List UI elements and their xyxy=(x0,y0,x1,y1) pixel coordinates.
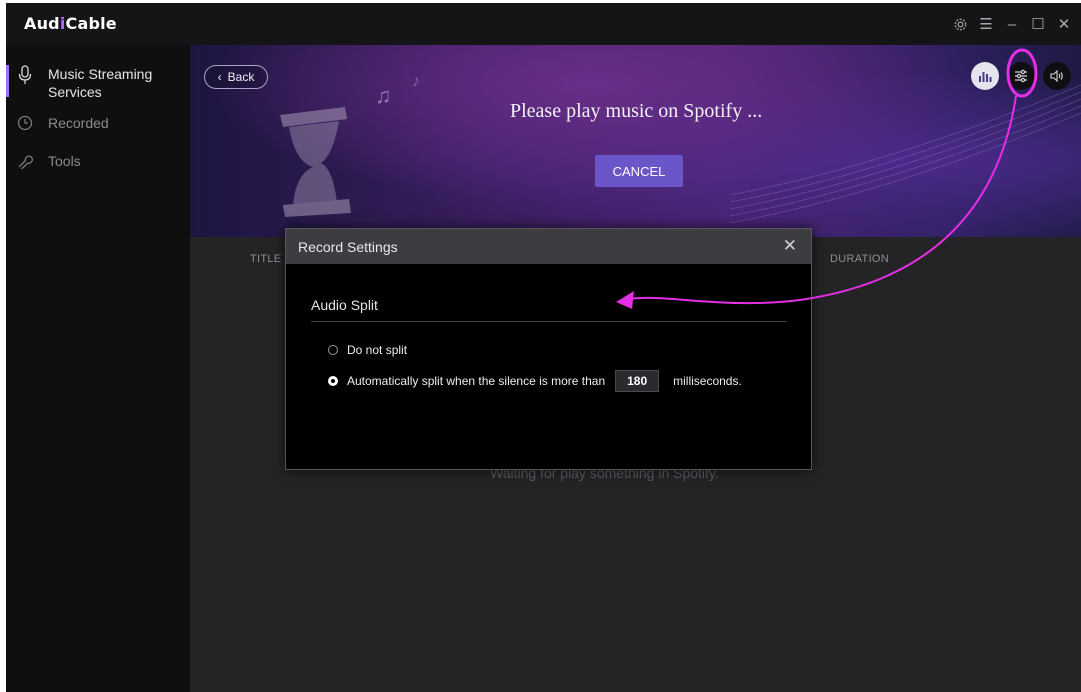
wrench-icon xyxy=(16,153,34,169)
section-divider xyxy=(311,321,787,322)
maximize-button[interactable]: ☐ xyxy=(1027,13,1049,35)
toolbar-icons xyxy=(971,62,1071,90)
sidebar-item-label: Music Streaming xyxy=(48,66,153,82)
music-note-icon: ♫ xyxy=(375,83,392,108)
minimize-button[interactable]: – xyxy=(1001,13,1023,35)
menu-icon[interactable]: ☰ xyxy=(975,13,997,35)
music-note-icon: ♪ xyxy=(412,73,420,90)
play-message: Please play music on Spotify ... xyxy=(510,100,763,122)
window-controls: ☰ – ☐ ✕ xyxy=(949,3,1075,45)
app-logo: AudiCable xyxy=(24,14,117,33)
dialog-header: Record Settings ✕ xyxy=(286,229,811,264)
back-label: Back xyxy=(227,70,255,84)
silence-ms-input[interactable]: 180 xyxy=(615,370,660,392)
audio-split-heading: Audio Split xyxy=(311,297,378,313)
radio-do-not-split[interactable] xyxy=(328,345,338,355)
option-label: Do not split xyxy=(347,343,408,357)
sidebar-item-tools[interactable]: Tools xyxy=(6,153,190,169)
record-settings-dialog: Record Settings ✕ Audio Split Do not spl… xyxy=(285,228,812,470)
sidebar-item-recorded[interactable]: Recorded xyxy=(6,115,190,131)
speaker-icon[interactable] xyxy=(1043,62,1071,90)
gear-icon[interactable] xyxy=(949,13,971,35)
recording-banner: ♫ ♪ ‹ Back Please play music on Spotify … xyxy=(190,45,1081,237)
hourglass-icon xyxy=(280,107,351,217)
dialog-title: Record Settings xyxy=(298,239,398,255)
back-button[interactable]: ‹ Back xyxy=(204,65,268,89)
column-header-title[interactable]: TITLE xyxy=(250,253,281,265)
close-button[interactable]: ✕ xyxy=(1053,13,1075,35)
close-icon[interactable]: ✕ xyxy=(783,236,797,256)
column-header-duration[interactable]: DURATION xyxy=(830,253,889,265)
sidebar-item-label: Tools xyxy=(48,153,81,169)
equalizer-icon[interactable] xyxy=(971,62,999,90)
sidebar-item-label: Services xyxy=(48,84,102,100)
milliseconds-label: milliseconds. xyxy=(673,374,742,388)
sidebar-item-label: Recorded xyxy=(48,115,109,131)
chevron-left-icon: ‹ xyxy=(217,70,222,84)
clock-icon xyxy=(16,115,34,131)
title-bar: AudiCable ☰ – ☐ ✕ xyxy=(6,3,1081,45)
cancel-button[interactable]: CANCEL xyxy=(595,155,683,187)
sidebar-item-music-streaming[interactable]: Music Streaming Services xyxy=(6,65,190,101)
option-label: Automatically split when the silence is … xyxy=(347,374,606,388)
option-auto-split[interactable]: Automatically split when the silence is … xyxy=(328,370,742,392)
option-do-not-split[interactable]: Do not split xyxy=(328,343,407,357)
sidebar: Music Streaming Services Recorded Tools xyxy=(6,45,190,692)
radio-auto-split[interactable] xyxy=(328,376,338,386)
microphone-icon xyxy=(16,65,34,85)
settings-sliders-icon[interactable] xyxy=(1007,62,1035,90)
